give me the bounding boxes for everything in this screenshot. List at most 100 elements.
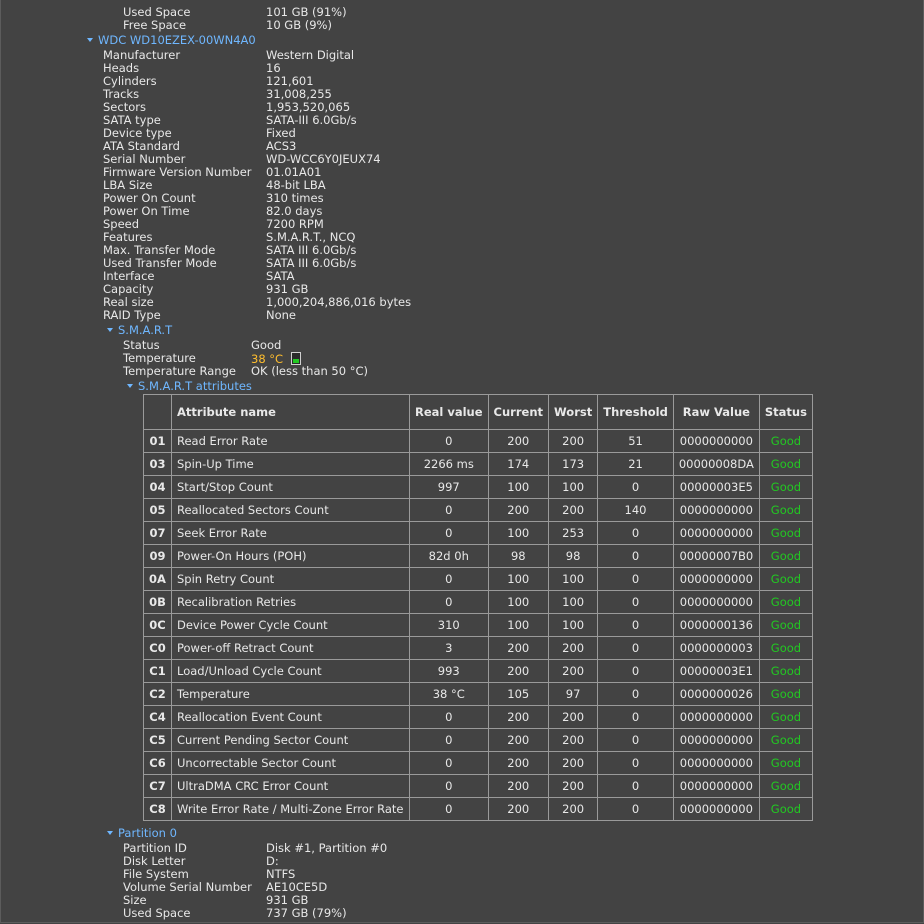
attribute-current: 100	[487, 567, 550, 591]
attribute-raw-value: 0000000136	[672, 613, 760, 637]
table-row[interactable]: 07 Seek Error Rate 0 100 253 0 0000000000 Good	[143, 521, 813, 545]
attribute-status: Good	[758, 544, 813, 568]
attribute-raw-value: 00000007B0	[672, 544, 760, 568]
attribute-status: Good	[758, 659, 813, 683]
attribute-status: Good	[758, 475, 813, 499]
attribute-name: Load/Unload Cycle Count	[171, 659, 410, 683]
attribute-threshold: 0	[597, 659, 674, 683]
attribute-id: C5	[143, 728, 172, 752]
smart-range-label: Temperature Range	[123, 364, 236, 378]
partition-node[interactable]: Partition 0	[107, 826, 177, 840]
attribute-threshold: 21	[597, 452, 674, 476]
attribute-raw-value: 0000000026	[672, 682, 760, 706]
attribute-id: 07	[143, 521, 172, 545]
attribute-real-value: 0	[409, 498, 489, 522]
attribute-real-value: 0	[409, 751, 489, 775]
attribute-status: Good	[758, 429, 813, 453]
table-row[interactable]: 0B Recalibration Retries 0 100 100 0 000000000…	[143, 590, 813, 614]
smart-attributes-node[interactable]: S.M.A.R.T attributes	[127, 379, 252, 393]
attribute-name: Start/Stop Count	[171, 475, 410, 499]
attribute-name: Power-off Retract Count	[171, 636, 410, 660]
attribute-real-value: 993	[409, 659, 489, 683]
attribute-status: Good	[758, 797, 813, 821]
attribute-real-value: 2266 ms	[409, 452, 489, 476]
property-value: 10 GB (9%)	[266, 18, 332, 32]
attribute-worst: 200	[548, 498, 599, 522]
attribute-real-value: 0	[409, 728, 489, 752]
smart-title: S.M.A.R.T	[118, 323, 173, 337]
attribute-worst: 100	[548, 590, 599, 614]
expand-arrow-icon[interactable]	[107, 831, 113, 835]
attribute-raw-value: 00000003E1	[672, 659, 760, 683]
attribute-current: 200	[487, 797, 550, 821]
attribute-name: Current Pending Sector Count	[171, 728, 410, 752]
attribute-threshold: 0	[597, 567, 674, 591]
attribute-worst: 200	[548, 774, 599, 798]
attribute-threshold: 0	[597, 751, 674, 775]
table-row[interactable]: C4 Reallocation Event Count 0 200 200 0 000000…	[143, 705, 813, 729]
attribute-name: Recalibration Retries	[171, 590, 410, 614]
attribute-name: Reallocation Event Count	[171, 705, 410, 729]
attribute-real-value: 3	[409, 636, 489, 660]
attribute-current: 100	[487, 475, 550, 499]
attribute-threshold: 0	[597, 475, 674, 499]
column-header-current: Current	[487, 394, 550, 430]
attribute-status: Good	[758, 613, 813, 637]
attribute-threshold: 51	[597, 429, 674, 453]
table-row[interactable]: C2 Temperature 38 °C 105 97 0 0000000026 Good	[143, 682, 813, 706]
smart-range-value: OK (less than 50 °C)	[251, 364, 368, 378]
attribute-real-value: 310	[409, 613, 489, 637]
attribute-id: 09	[143, 544, 172, 568]
column-header-threshold: Threshold	[597, 394, 674, 430]
attribute-real-value: 0	[409, 429, 489, 453]
attribute-raw-value: 0000000000	[672, 498, 760, 522]
table-row[interactable]: 0A Spin Retry Count 0 100 100 0 0000000000 Good	[143, 567, 813, 591]
expand-arrow-icon[interactable]	[107, 328, 113, 332]
attribute-worst: 200	[548, 429, 599, 453]
attribute-worst: 173	[548, 452, 599, 476]
attribute-real-value: 997	[409, 475, 489, 499]
table-row[interactable]: C6 Uncorrectable Sector Count 0 200 200 0 0000…	[143, 751, 813, 775]
attribute-id: C2	[143, 682, 172, 706]
attribute-raw-value: 0000000003	[672, 636, 760, 660]
table-row[interactable]: 04 Start/Stop Count 997 100 100 0 00000003E5 Go…	[143, 475, 813, 499]
attribute-name: Power-On Hours (POH)	[171, 544, 410, 568]
column-header-real-value: Real value	[409, 394, 489, 430]
attribute-raw-value: 0000000000	[672, 751, 760, 775]
attribute-threshold: 0	[597, 613, 674, 637]
table-row[interactable]: C5 Current Pending Sector Count 0 200 200 0 00…	[143, 728, 813, 752]
table-row[interactable]: C0 Power-off Retract Count 3 200 200 0 0000000…	[143, 636, 813, 660]
attribute-id: C1	[143, 659, 172, 683]
attribute-current: 200	[487, 498, 550, 522]
attribute-worst: 200	[548, 659, 599, 683]
drive-node[interactable]: WDC WD10EZEX-00WN4A0	[87, 33, 256, 47]
attribute-name: Uncorrectable Sector Count	[171, 751, 410, 775]
smart-status-value: Good	[251, 338, 282, 352]
attribute-current: 174	[487, 452, 550, 476]
attribute-id: C4	[143, 705, 172, 729]
table-row[interactable]: 03 Spin-Up Time 2266 ms 174 173 21 00000008DA G…	[143, 452, 813, 476]
attribute-current: 200	[487, 728, 550, 752]
table-row[interactable]: 05 Reallocated Sectors Count 0 200 200 140 000…	[143, 498, 813, 522]
attribute-real-value: 0	[409, 567, 489, 591]
table-row[interactable]: 0C Device Power Cycle Count 310 100 100 0 0000…	[143, 613, 813, 637]
attribute-real-value: 0	[409, 590, 489, 614]
column-header-worst: Worst	[548, 394, 599, 430]
property-label: Free Space	[123, 18, 187, 32]
expand-arrow-icon[interactable]	[127, 384, 133, 388]
expand-arrow-icon[interactable]	[87, 38, 93, 42]
attribute-status: Good	[758, 728, 813, 752]
table-row[interactable]: 09 Power-On Hours (POH) 82d 0h 98 98 0 0000000…	[143, 544, 813, 568]
attribute-raw-value: 00000008DA	[672, 452, 760, 476]
attribute-id: 05	[143, 498, 172, 522]
column-header-name: Attribute name	[171, 394, 410, 430]
attribute-threshold: 0	[597, 544, 674, 568]
table-row[interactable]: 01 Read Error Rate 0 200 200 51 0000000000 Good	[143, 429, 813, 453]
smart-node[interactable]: S.M.A.R.T	[107, 323, 172, 337]
attribute-threshold: 140	[597, 498, 674, 522]
table-row[interactable]: C1 Load/Unload Cycle Count 993 200 200 0 00000…	[143, 659, 813, 683]
attribute-worst: 97	[548, 682, 599, 706]
attribute-raw-value: 0000000000	[672, 567, 760, 591]
table-row[interactable]: C7 UltraDMA CRC Error Count 0 200 200 0 000000…	[143, 774, 813, 798]
table-row[interactable]: C8 Write Error Rate / Multi-Zone Error Ra…	[143, 797, 813, 821]
